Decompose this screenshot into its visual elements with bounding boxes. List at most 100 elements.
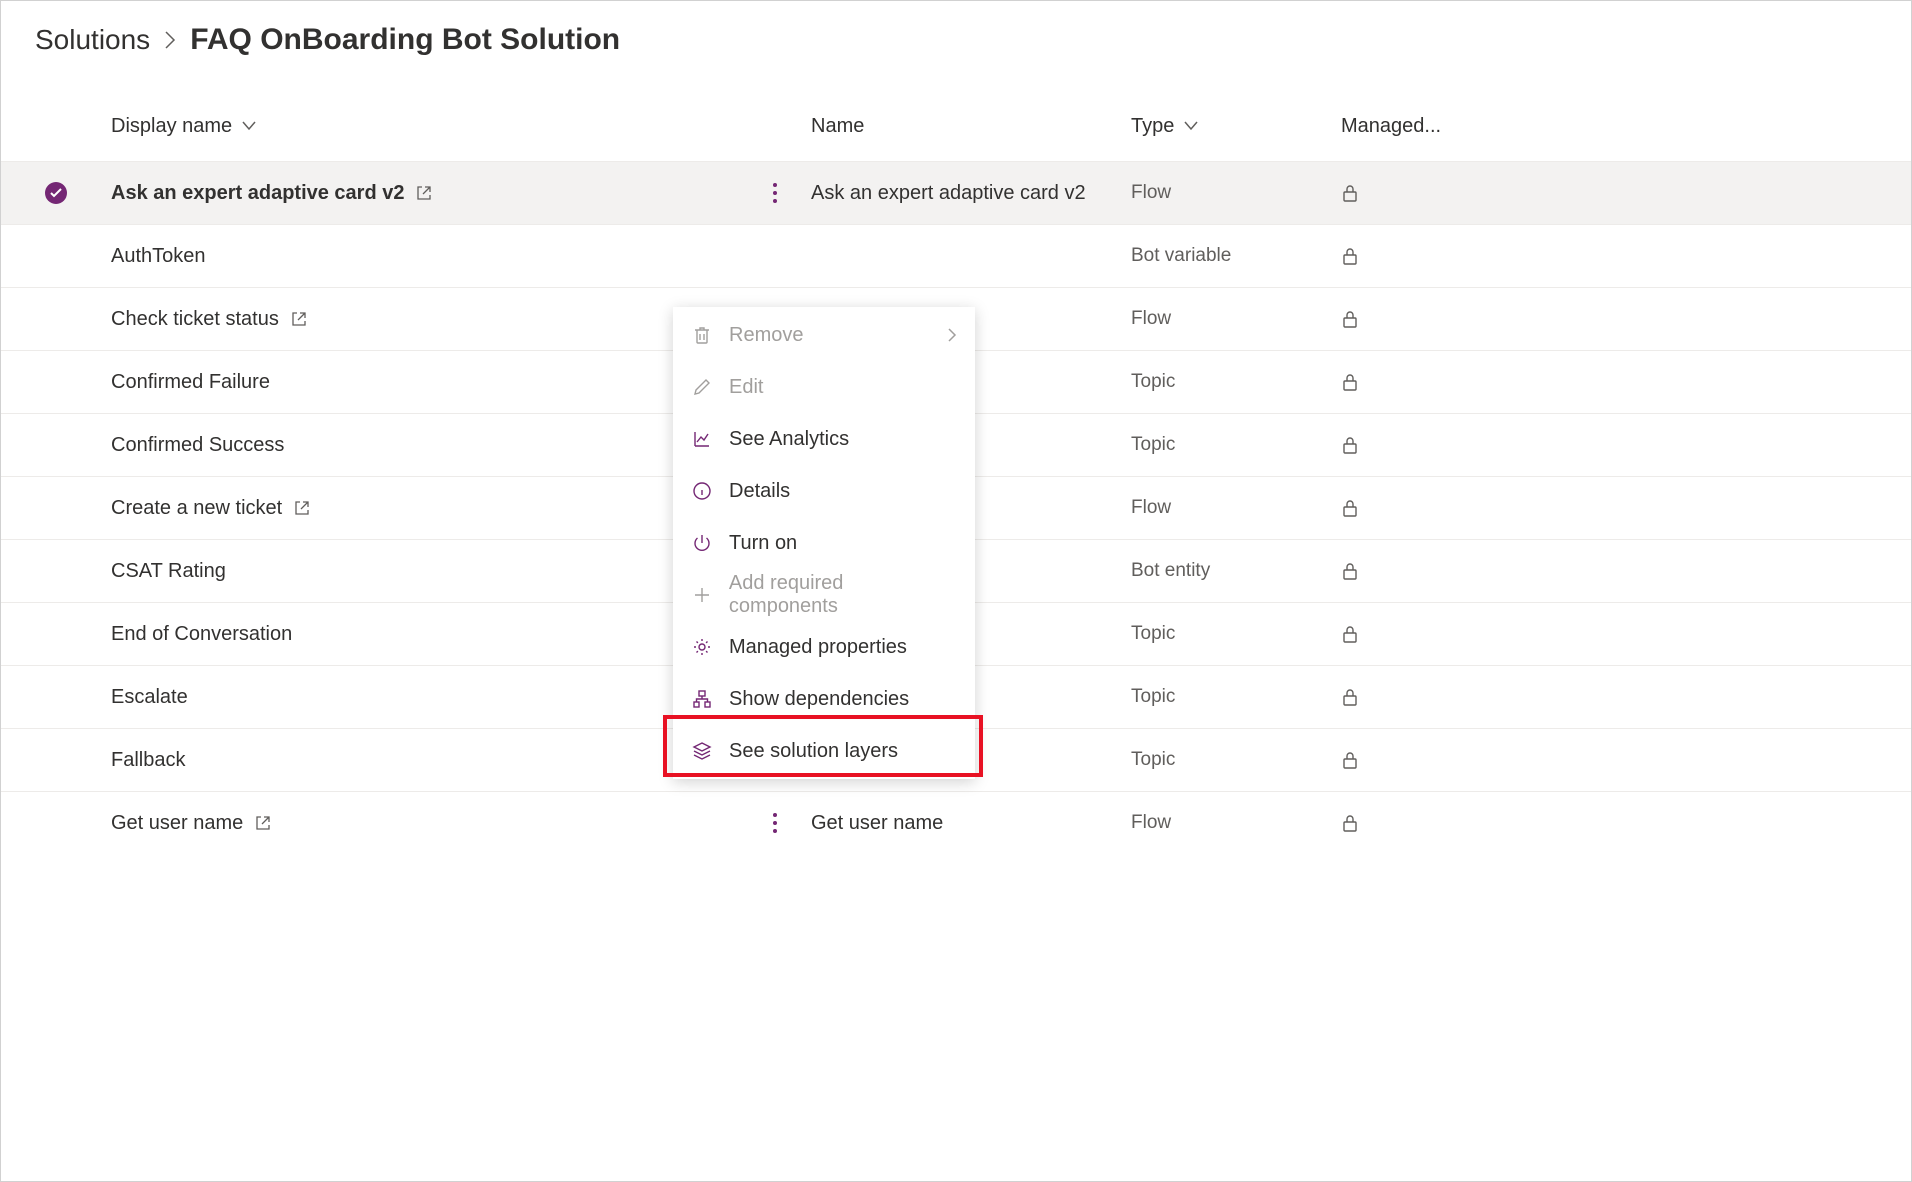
table-row[interactable]: Ask an expert adaptive card v2 Ask an exp… — [1, 161, 1911, 224]
name-cell: Get user name — [811, 812, 1131, 835]
display-name-cell[interactable]: AuthToken — [111, 245, 731, 268]
external-link-icon — [294, 500, 310, 516]
display-name-text: Get user name — [111, 812, 243, 835]
managed-cell — [1341, 750, 1481, 770]
ctx-label: Add required components — [729, 572, 957, 618]
display-name-text: Escalate — [111, 686, 188, 709]
type-cell: Bot entity — [1131, 560, 1341, 582]
check-icon — [45, 182, 67, 204]
layers-icon — [691, 741, 713, 761]
lock-icon — [1341, 246, 1359, 266]
type-cell: Flow — [1131, 497, 1341, 519]
type-cell: Flow — [1131, 308, 1341, 330]
display-name-cell[interactable]: CSAT Rating — [111, 560, 731, 583]
pencil-icon — [691, 377, 713, 397]
ctx-turn-on[interactable]: Turn on — [673, 517, 975, 569]
ctx-label: See solution layers — [729, 740, 898, 763]
table-row[interactable]: AuthToken Bot variable — [1, 224, 1911, 287]
column-label: Managed... — [1341, 115, 1441, 138]
ctx-label: Managed properties — [729, 636, 907, 659]
plus-icon — [691, 585, 713, 605]
column-name[interactable]: Name — [811, 115, 1131, 138]
type-cell: Topic — [1131, 623, 1341, 645]
power-icon — [691, 533, 713, 553]
managed-cell — [1341, 624, 1481, 644]
ctx-see-solution-layers[interactable]: See solution layers — [673, 725, 975, 777]
dependencies-icon — [691, 689, 713, 709]
ctx-edit[interactable]: Edit — [673, 361, 975, 413]
display-name-cell[interactable]: Confirmed Failure — [111, 371, 731, 394]
lock-icon — [1341, 498, 1359, 518]
lock-icon — [1341, 813, 1359, 833]
display-name-text: Confirmed Success — [111, 434, 284, 457]
row-select-cell[interactable] — [1, 182, 111, 204]
table-row[interactable]: Get user nameGet user nameFlow — [1, 791, 1911, 854]
display-name-cell[interactable]: Fallback — [111, 749, 731, 772]
column-display-name[interactable]: Display name — [111, 115, 731, 138]
display-name-text: End of Conversation — [111, 623, 292, 646]
ctx-remove[interactable]: Remove — [673, 309, 975, 361]
type-cell: Bot variable — [1131, 245, 1341, 267]
ctx-add-required[interactable]: Add required components — [673, 569, 975, 621]
managed-cell — [1341, 246, 1481, 266]
chevron-down-icon — [1184, 121, 1198, 131]
more-actions-button[interactable] — [767, 177, 783, 209]
lock-icon — [1341, 372, 1359, 392]
column-label: Type — [1131, 115, 1174, 138]
type-cell: Flow — [1131, 182, 1341, 204]
ctx-label: Remove — [729, 324, 803, 347]
external-link-icon — [291, 311, 307, 327]
type-cell: Topic — [1131, 371, 1341, 393]
ctx-show-dependencies[interactable]: Show dependencies — [673, 673, 975, 725]
more-actions-button[interactable] — [767, 807, 783, 839]
display-name-cell[interactable]: Escalate — [111, 686, 731, 709]
type-cell: Flow — [1131, 812, 1341, 834]
display-name-cell[interactable]: Create a new ticket — [111, 497, 731, 520]
lock-icon — [1341, 183, 1359, 203]
gear-icon — [691, 637, 713, 657]
display-name-text: Confirmed Failure — [111, 371, 270, 394]
managed-cell — [1341, 309, 1481, 329]
context-menu: Remove Edit See Analytics Details — [673, 307, 975, 779]
external-link-icon — [416, 185, 432, 201]
managed-cell — [1341, 561, 1481, 581]
ctx-label: Edit — [729, 376, 763, 399]
chevron-right-icon — [164, 30, 176, 50]
display-name-cell[interactable]: Check ticket status — [111, 308, 731, 331]
chevron-down-icon — [242, 121, 256, 131]
info-icon — [691, 481, 713, 501]
lock-icon — [1341, 561, 1359, 581]
managed-cell — [1341, 687, 1481, 707]
ctx-managed-properties[interactable]: Managed properties — [673, 621, 975, 673]
display-name-text: Create a new ticket — [111, 497, 282, 520]
display-name-text: AuthToken — [111, 245, 206, 268]
display-name-text: Ask an expert adaptive card v2 — [111, 182, 404, 205]
managed-cell — [1341, 813, 1481, 833]
column-managed[interactable]: Managed... — [1341, 115, 1481, 138]
display-name-text: Fallback — [111, 749, 185, 772]
lock-icon — [1341, 435, 1359, 455]
column-label: Name — [811, 115, 864, 138]
display-name-cell[interactable]: Ask an expert adaptive card v2 — [111, 182, 731, 205]
ctx-label: See Analytics — [729, 428, 849, 451]
name-cell: Ask an expert adaptive card v2 — [811, 182, 1131, 205]
breadcrumb-parent[interactable]: Solutions — [35, 24, 150, 56]
managed-cell — [1341, 183, 1481, 203]
column-type[interactable]: Type — [1131, 115, 1341, 138]
managed-cell — [1341, 498, 1481, 518]
analytics-icon — [691, 429, 713, 449]
table-header: Display name Name Type Managed... — [1, 91, 1911, 161]
trash-icon — [691, 325, 713, 345]
display-name-cell[interactable]: End of Conversation — [111, 623, 731, 646]
lock-icon — [1341, 309, 1359, 329]
display-name-cell[interactable]: Confirmed Success — [111, 434, 731, 457]
ctx-label: Show dependencies — [729, 688, 909, 711]
managed-cell — [1341, 372, 1481, 392]
ctx-see-analytics[interactable]: See Analytics — [673, 413, 975, 465]
external-link-icon — [255, 815, 271, 831]
ctx-details[interactable]: Details — [673, 465, 975, 517]
type-cell: Topic — [1131, 749, 1341, 771]
display-name-cell[interactable]: Get user name — [111, 812, 731, 835]
display-name-text: Check ticket status — [111, 308, 279, 331]
chevron-right-icon — [947, 327, 957, 343]
